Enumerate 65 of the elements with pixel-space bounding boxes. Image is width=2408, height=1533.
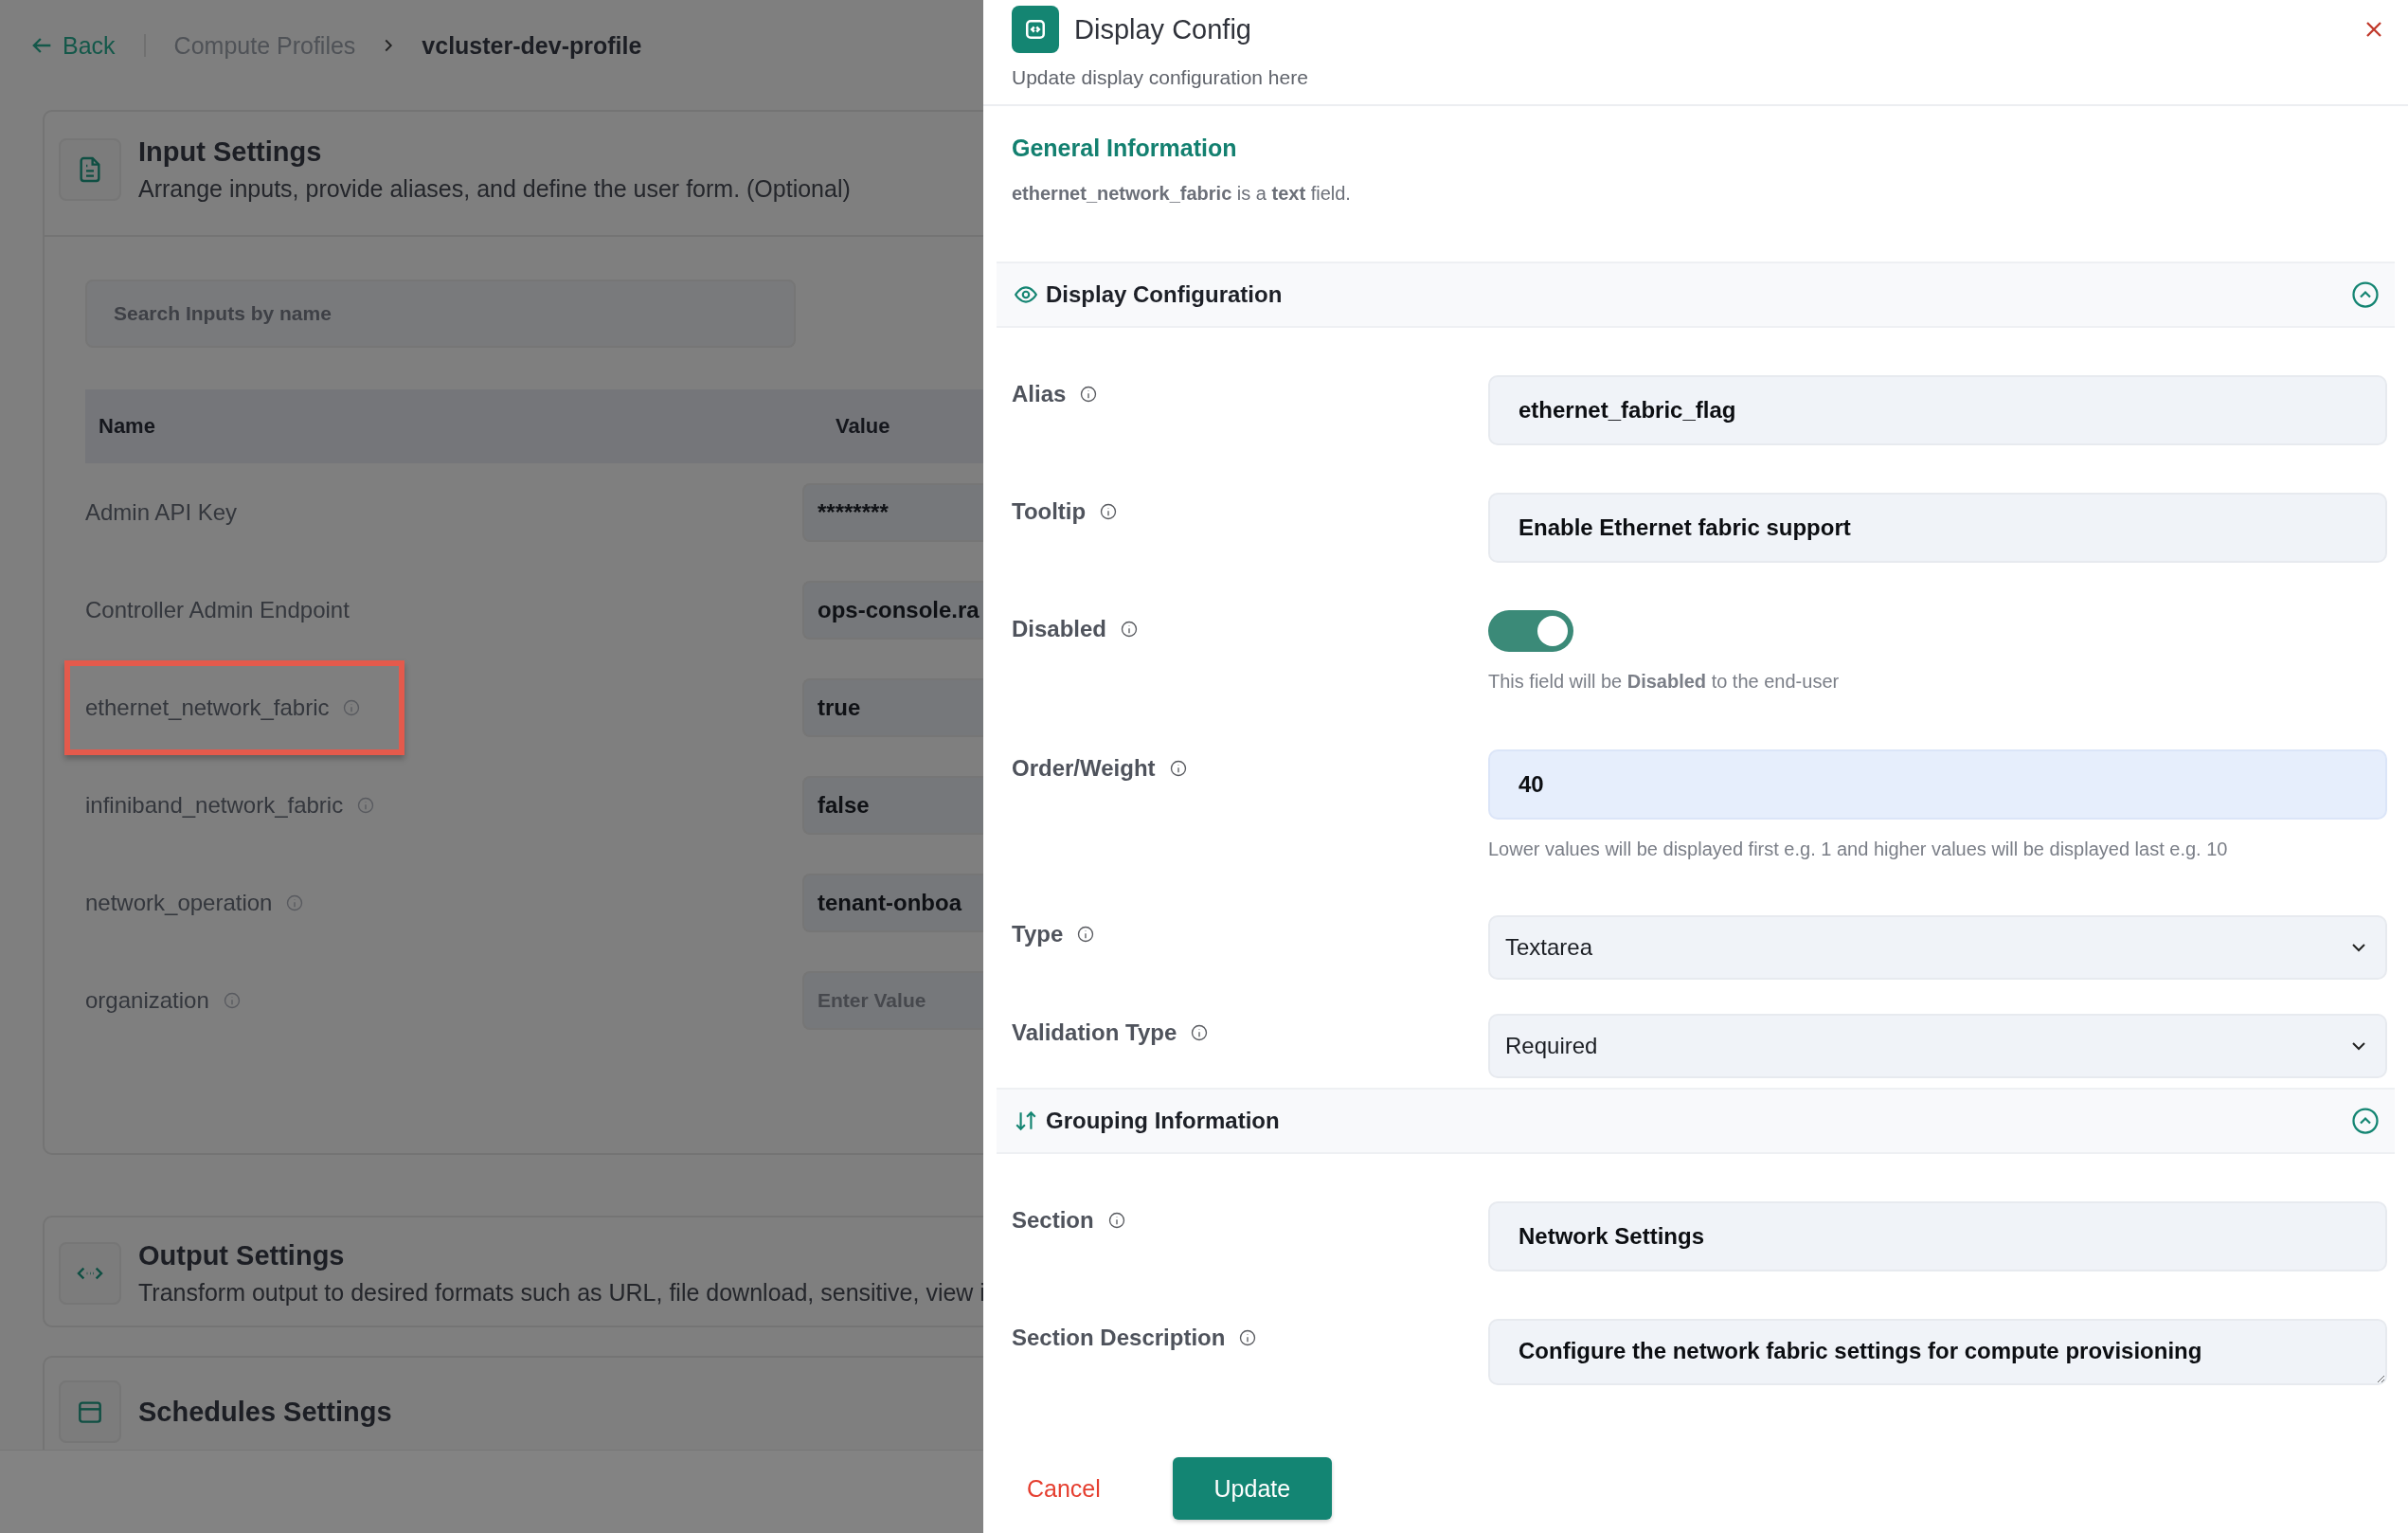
- field-label: Disabled: [1012, 616, 1107, 642]
- select-field[interactable]: Required: [1488, 1014, 2387, 1078]
- info-icon: [222, 990, 242, 1010]
- info-icon: [342, 697, 362, 717]
- document-icon: [59, 138, 121, 201]
- section-header[interactable]: Display Configuration: [997, 262, 2395, 328]
- info-icon: [1168, 759, 1188, 778]
- field-label: Section: [1012, 1207, 1094, 1234]
- section-title: Input Settings: [138, 136, 323, 168]
- info-icon: [1079, 385, 1099, 404]
- general-information-heading: General Information: [1012, 135, 1238, 162]
- cancel-button[interactable]: Cancel: [1012, 1461, 1116, 1516]
- field-type-description: ethernet_network_fabric is a text field.: [1012, 183, 1352, 205]
- chevron-circle-icon[interactable]: [2351, 1107, 2380, 1135]
- info-icon: [1190, 1023, 1210, 1042]
- helper-text: This field will be Disabled to the end-user: [1488, 671, 1841, 693]
- field-label: Alias: [1012, 381, 1067, 407]
- section-title: Schedules Settings: [138, 1396, 392, 1428]
- value-field[interactable]: tenant-onboa: [802, 873, 983, 932]
- info-icon: [356, 795, 376, 815]
- info-icon: [285, 893, 305, 912]
- drawer-title: Display Config: [1074, 13, 1252, 45]
- info-icon: [1099, 502, 1119, 521]
- text-field[interactable]: Enable Ethernet fabric support: [1488, 493, 2387, 563]
- update-button[interactable]: Update: [1172, 1457, 1332, 1520]
- field-label: Tooltip: [1012, 498, 1087, 525]
- info-icon: [1106, 1211, 1126, 1230]
- column-header: Value: [836, 414, 890, 439]
- info-icon: [1120, 620, 1140, 639]
- field-label: Order/Weight: [1012, 755, 1156, 782]
- section-description: Transform output to desired formats such as URL, file download, sensitive, view i: [138, 1279, 983, 1307]
- calendar-icon: [59, 1380, 121, 1443]
- column-header: Name: [98, 414, 156, 439]
- helper-text: Lower values will be displayed first e.g. 1 and higher values will be displayed last e.g. 10: [1488, 839, 2229, 860]
- section-title: Output Settings: [138, 1240, 346, 1271]
- sort-arrows-icon: [1014, 1109, 1038, 1133]
- code-icon: [1012, 6, 1059, 53]
- text-field[interactable]: ethernet_fabric_flag: [1488, 375, 2387, 445]
- chevron-circle-icon[interactable]: [2351, 280, 2380, 309]
- value-field[interactable]: false: [802, 775, 983, 835]
- toggle-switch[interactable]: [1488, 610, 1573, 652]
- input-name: Admin API Key: [85, 498, 238, 526]
- code-icon: [59, 1242, 121, 1305]
- textarea-field[interactable]: Configure the network fabric settings for compute provisioning: [1488, 1319, 2387, 1385]
- select-field[interactable]: Textarea: [1488, 915, 2387, 980]
- section-header[interactable]: Grouping Information: [997, 1088, 2395, 1154]
- info-icon: [1238, 1328, 1258, 1347]
- value-field[interactable]: ********: [802, 482, 983, 542]
- text-field[interactable]: Network Settings: [1488, 1201, 2387, 1271]
- drawer-subtitle: Update display configuration here: [1012, 66, 1309, 89]
- text-field[interactable]: 40: [1488, 749, 2387, 820]
- search-field[interactable]: Search Inputs by name: [85, 280, 796, 348]
- input-name: ethernet_network_fabric: [85, 694, 330, 721]
- value-field[interactable]: true: [802, 677, 983, 737]
- field-label: Validation Type: [1012, 1019, 1177, 1046]
- input-name: network_operation: [85, 889, 273, 916]
- input-name: infiniband_network_fabric: [85, 791, 344, 819]
- field-label: Section Description: [1012, 1325, 1226, 1351]
- info-icon: [1076, 925, 1096, 944]
- field-label: Type: [1012, 921, 1064, 947]
- section-description: Arrange inputs, provide aliases, and define the user form. (Optional): [138, 175, 851, 203]
- input-name: organization: [85, 986, 209, 1014]
- breadcrumb-link[interactable]: vcluster-dev-profile: [422, 31, 642, 60]
- value-field[interactable]: ops-console.ra: [802, 580, 983, 640]
- input-name: Controller Admin Endpoint: [85, 596, 350, 623]
